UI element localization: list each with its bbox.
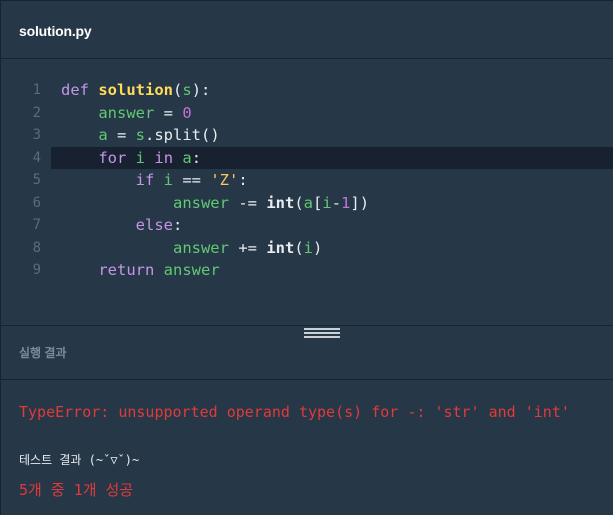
code-text: for i in a: bbox=[61, 147, 201, 169]
code-token: i bbox=[322, 193, 332, 212]
output-console: TypeError: unsupported operand type(s) f… bbox=[1, 381, 613, 515]
code-token: 'Z' bbox=[210, 171, 239, 189]
code-line[interactable]: 2 answer = 0 bbox=[1, 102, 613, 124]
line-number: 4 bbox=[32, 149, 41, 166]
code-token: s bbox=[135, 126, 146, 144]
grip-bar bbox=[304, 332, 340, 334]
code-line[interactable]: 1 def solution(s): bbox=[1, 79, 613, 101]
code-token: - bbox=[331, 193, 342, 212]
code-token: : bbox=[191, 148, 202, 167]
code-token: i bbox=[163, 171, 174, 189]
line-number: 3 bbox=[32, 127, 41, 143]
code-token: -= bbox=[228, 193, 267, 212]
code-token: return bbox=[98, 261, 155, 279]
code-token: ( bbox=[294, 238, 304, 257]
code-line[interactable]: 3 a = s.split() bbox=[1, 124, 613, 146]
code-line[interactable]: 8 answer += int(i) bbox=[1, 237, 613, 259]
code-token: i bbox=[135, 148, 146, 167]
error-message: TypeError: unsupported operand type(s) f… bbox=[19, 403, 570, 421]
code-token: in bbox=[154, 148, 174, 167]
code-token: = bbox=[107, 126, 136, 144]
code-token: .split() bbox=[145, 126, 220, 144]
editor-header: solution.py bbox=[1, 1, 613, 59]
code-runner-panel: solution.py 1 def solution(s): 2 answer = … bbox=[0, 0, 613, 515]
editor-filename-tab[interactable]: solution.py bbox=[19, 23, 92, 39]
code-token: int bbox=[266, 193, 295, 212]
code-token: = bbox=[154, 103, 183, 122]
code-token: if bbox=[135, 171, 155, 189]
code-line[interactable]: 6 answer -= int(a[i-1]) bbox=[1, 192, 613, 214]
line-number: 1 bbox=[32, 82, 41, 98]
code-token: a bbox=[182, 148, 192, 167]
line-number: 5 bbox=[32, 172, 41, 188]
code-text: def solution(s): bbox=[61, 79, 210, 101]
line-number: 2 bbox=[32, 104, 41, 121]
code-text: return answer bbox=[61, 259, 220, 281]
code-token: solution bbox=[98, 81, 173, 99]
code-token: ]) bbox=[350, 193, 370, 212]
line-number: 8 bbox=[32, 239, 41, 256]
code-line[interactable]: 7 else: bbox=[1, 214, 613, 236]
code-token: def bbox=[61, 81, 89, 99]
code-token: += bbox=[228, 238, 267, 257]
code-token: answer bbox=[172, 238, 229, 257]
line-number: 7 bbox=[32, 217, 41, 233]
code-token: a bbox=[98, 126, 108, 144]
code-token: answer bbox=[163, 261, 220, 279]
code-text: answer += int(i) bbox=[61, 237, 322, 259]
code-token: : bbox=[238, 171, 248, 189]
code-token: i bbox=[303, 238, 313, 257]
code-token: == bbox=[173, 171, 211, 189]
code-line[interactable]: 5 if i == 'Z': bbox=[1, 169, 613, 191]
code-token: 0 bbox=[182, 103, 192, 122]
code-token: ( bbox=[173, 81, 183, 99]
code-token: for bbox=[98, 148, 127, 167]
code-token: int bbox=[266, 238, 295, 257]
code-token: ): bbox=[191, 81, 211, 99]
code-line[interactable]: 4 for i in a: bbox=[1, 146, 613, 169]
code-text: else: bbox=[61, 214, 183, 236]
result-title: 실행 결과 bbox=[19, 346, 67, 360]
code-text: answer = 0 bbox=[61, 102, 192, 124]
test-result-summary: 5개 중 1개 성공 bbox=[19, 481, 134, 499]
code-token: 1 bbox=[341, 193, 351, 212]
line-number: 9 bbox=[32, 262, 41, 278]
code-text: a = s.split() bbox=[61, 124, 220, 146]
code-token: answer bbox=[172, 193, 229, 212]
code-token: ( bbox=[294, 193, 304, 212]
code-token: : bbox=[172, 216, 183, 234]
code-editor[interactable]: 1 def solution(s): 2 answer = 03 a = s.spl… bbox=[1, 79, 613, 299]
code-token: answer bbox=[98, 103, 155, 122]
code-line[interactable]: 9 return answer bbox=[1, 259, 613, 281]
code-token: ) bbox=[313, 238, 323, 257]
grip-bar bbox=[304, 328, 340, 330]
code-text: answer -= int(a[i-1]) bbox=[61, 192, 369, 214]
code-token: a bbox=[303, 193, 313, 212]
code-token: [ bbox=[313, 193, 323, 212]
line-number: 6 bbox=[32, 194, 41, 211]
code-token: else bbox=[135, 216, 173, 234]
code-text: if i == 'Z': bbox=[61, 169, 248, 191]
code-token: s bbox=[182, 81, 192, 99]
grip-bar bbox=[304, 336, 340, 338]
resize-handle-icon[interactable] bbox=[304, 328, 340, 338]
test-result-label: 테스트 결과 (~ˇ▽ˇ)~ bbox=[19, 453, 140, 467]
panel-divider bbox=[1, 325, 613, 326]
